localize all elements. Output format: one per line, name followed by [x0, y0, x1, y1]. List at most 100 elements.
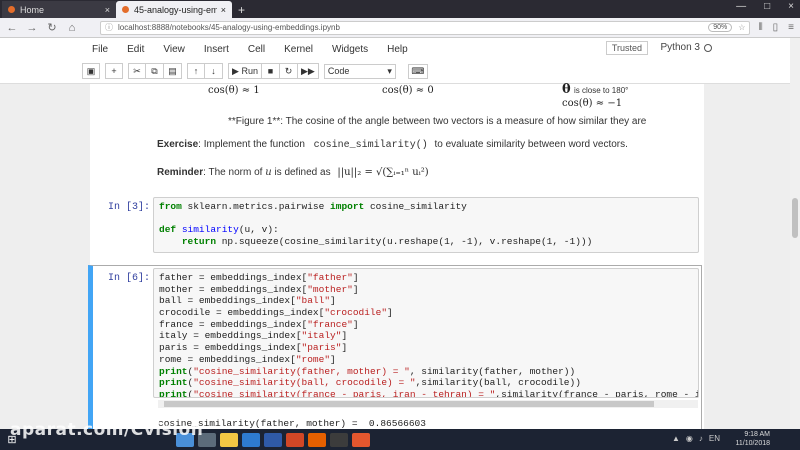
- code-token: (u, v):: [238, 224, 279, 236]
- insert-cell-button[interactable]: +: [105, 63, 123, 79]
- new-tab-button[interactable]: +: [232, 3, 251, 18]
- code-line: mother = embeddings_index["mother"]: [159, 284, 693, 296]
- scrollbar-thumb[interactable]: [164, 401, 654, 407]
- network-icon[interactable]: ◉: [686, 434, 693, 443]
- code-token: "paris": [301, 342, 342, 354]
- language-indicator[interactable]: EN: [709, 434, 720, 443]
- run-button[interactable]: ▶ Run: [228, 63, 262, 79]
- code-line: return np.squeeze(cosine_similarity(u.re…: [159, 236, 693, 248]
- menu-view[interactable]: View: [163, 44, 185, 55]
- bookmark-star-icon[interactable]: ☆: [738, 23, 745, 32]
- tab-notebook[interactable]: 45-analogy-using-embeddings ×: [116, 1, 232, 18]
- code-token: sklearn.metrics.pairwise: [181, 201, 331, 212]
- menu-file[interactable]: File: [92, 44, 108, 55]
- firefox-icon[interactable]: [308, 432, 326, 447]
- code-token: cosine_similarity: [364, 201, 467, 212]
- powerpoint-icon[interactable]: [286, 432, 304, 447]
- code-line: paris = embeddings_index["paris"]: [159, 342, 693, 354]
- minimize-button[interactable]: —: [736, 1, 746, 12]
- url-text: localhost:8888/notebooks/45-analogy-usin…: [118, 23, 340, 32]
- paste-button[interactable]: ▤: [164, 63, 182, 79]
- trusted-indicator[interactable]: Trusted: [605, 41, 648, 55]
- sidebar-icon[interactable]: ▯: [773, 22, 779, 33]
- code-token: "italy": [301, 330, 342, 342]
- page-vertical-scrollbar[interactable]: [790, 38, 800, 429]
- code-line: father = embeddings_index["father"]: [159, 272, 693, 284]
- exercise-tail: to evaluate similarity between word vect…: [434, 139, 628, 150]
- code-token: ]: [352, 283, 359, 295]
- home-button[interactable]: ⌂: [66, 22, 78, 34]
- library-icon[interactable]: ⫴: [758, 22, 762, 33]
- code-cell-input[interactable]: from sklearn.metrics.pairwise import cos…: [153, 197, 699, 253]
- url-field[interactable]: ⓘ localhost:8888/notebooks/45-analogy-us…: [100, 20, 751, 35]
- menu-cell[interactable]: Cell: [248, 44, 265, 55]
- code-line: rome = embeddings_index["rome"]: [159, 354, 693, 366]
- cell-type-select[interactable]: Code ▾: [323, 63, 396, 79]
- code-token: print: [159, 377, 188, 389]
- info-icon: ⓘ: [105, 23, 113, 32]
- copy-button[interactable]: ⧉: [146, 63, 164, 79]
- code-token: ]: [387, 307, 393, 319]
- tab-close-icon[interactable]: ×: [221, 5, 226, 15]
- code-line: def similarity(u, v):: [159, 224, 693, 236]
- save-button[interactable]: ▣: [82, 63, 100, 79]
- code-token: print: [159, 365, 188, 377]
- restart-run-all-button[interactable]: ▶▶: [298, 63, 319, 79]
- menu-insert[interactable]: Insert: [204, 44, 229, 55]
- chevron-down-icon: ▾: [387, 65, 392, 76]
- menu-help[interactable]: Help: [387, 44, 408, 55]
- restart-button[interactable]: ↻: [280, 63, 298, 79]
- move-up-button[interactable]: ↑: [187, 63, 205, 79]
- cos-zero-formula: cos(θ) ≈ 0: [382, 85, 434, 96]
- scrollbar-thumb[interactable]: [792, 198, 798, 238]
- forward-button[interactable]: →: [26, 22, 38, 34]
- jupyter-favicon-icon: [122, 6, 129, 13]
- code-token: ,similarity(france - paris, rome - it: [495, 388, 699, 398]
- code-token: ]: [352, 318, 359, 330]
- close-window-button[interactable]: ×: [788, 1, 794, 12]
- menu-widgets[interactable]: Widgets: [332, 44, 368, 55]
- code-cell-input[interactable]: father = embeddings_index["father"] mothe…: [153, 268, 699, 398]
- theta-symbol: θ: [562, 82, 571, 97]
- reload-button[interactable]: ↻: [46, 21, 58, 34]
- zoom-level[interactable]: 90%: [708, 23, 733, 32]
- folder-icon[interactable]: [220, 432, 238, 447]
- reminder-var: u: [265, 167, 272, 178]
- word-icon[interactable]: [264, 432, 282, 447]
- move-down-button[interactable]: ↓: [205, 63, 223, 79]
- menu-edit[interactable]: Edit: [127, 44, 144, 55]
- maximize-button[interactable]: □: [764, 1, 770, 12]
- tab-close-icon[interactable]: ×: [105, 5, 110, 15]
- cut-button[interactable]: ✂: [128, 63, 146, 79]
- clock[interactable]: 9:18 AM 11/10/2018: [735, 430, 770, 448]
- menu-icon[interactable]: ≡: [788, 22, 794, 33]
- code-horizontal-scrollbar[interactable]: [158, 400, 698, 408]
- close-to-180-text: is close to 180°: [574, 86, 629, 95]
- taskbar-app-icon[interactable]: [352, 432, 370, 447]
- keyboard-shortcuts-button[interactable]: ⌨: [407, 63, 428, 79]
- taskbar-app-icon[interactable]: [330, 432, 348, 447]
- tab-home[interactable]: Home ×: [2, 1, 116, 18]
- code-line: print("cosine_similarity(father, mother)…: [159, 366, 693, 378]
- menu-kernel[interactable]: Kernel: [284, 44, 313, 55]
- code-token: father = embeddings_index[: [159, 272, 308, 283]
- tray-up-icon[interactable]: ▲: [672, 434, 680, 443]
- tab-label: 45-analogy-using-embeddings: [134, 4, 217, 15]
- reminder-label: Reminder: [157, 167, 204, 178]
- left-gutter: [0, 84, 90, 429]
- code-token: "crocodile": [324, 307, 388, 319]
- exercise-text: : Implement the function: [198, 139, 305, 150]
- code-token: "ball": [295, 295, 331, 307]
- tab-label: Home: [20, 4, 45, 15]
- edge-icon[interactable]: [242, 432, 260, 447]
- interrupt-button[interactable]: ■: [262, 63, 280, 79]
- exercise-paragraph: Exercise: Implement the function cosine_…: [157, 139, 628, 151]
- right-gutter: [704, 84, 790, 429]
- back-button[interactable]: ←: [6, 22, 18, 34]
- volume-icon[interactable]: ♪: [699, 434, 703, 443]
- code-token: print: [159, 388, 188, 398]
- reminder-tail: is defined as: [274, 167, 331, 178]
- code-token: "france": [307, 318, 353, 330]
- clock-time: 9:18 AM: [744, 431, 770, 438]
